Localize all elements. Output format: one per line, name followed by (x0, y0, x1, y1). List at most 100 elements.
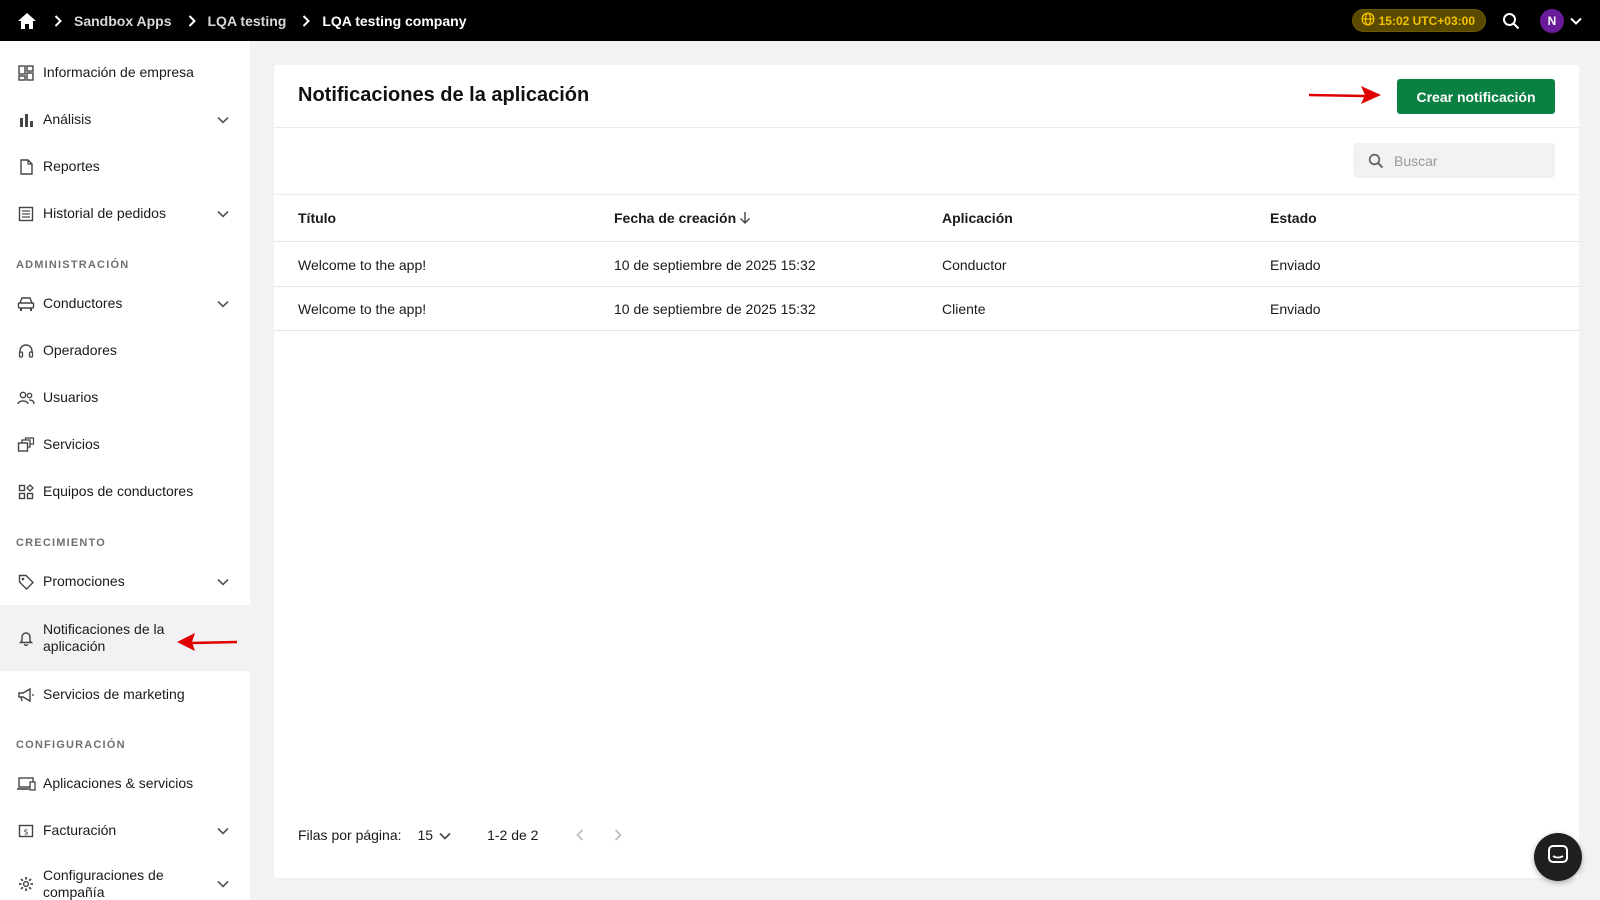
chevron-down-icon (214, 205, 232, 223)
section-header-growth: CRECIMIENTO (16, 537, 107, 549)
chevron-right-icon (302, 14, 311, 27)
tag-icon (16, 572, 36, 592)
cell-created-date: 10 de septiembre de 2025 15:32 (614, 300, 816, 317)
sidebar-item-label: Operadores (43, 342, 117, 358)
breadcrumb-current-company: LQA testing company (322, 12, 467, 29)
sidebar-item-services[interactable]: Servicios (0, 421, 250, 468)
column-header-title[interactable]: Título (298, 195, 336, 241)
sidebar-item-reports[interactable]: Reportes (0, 143, 250, 190)
globe-icon (1361, 12, 1375, 29)
annotation-arrow-right-icon (1308, 86, 1381, 104)
timezone-badge[interactable]: 15:02 UTC+03:00 (1351, 9, 1486, 32)
sidebar-item-label: Usuarios (43, 389, 99, 405)
table-row[interactable]: Welcome to the app! 10 de septiembre de … (274, 287, 1579, 331)
sidebar-item-label: Historial de pedidos (43, 205, 166, 221)
sidebar-item-promotions[interactable]: Promociones (0, 558, 250, 605)
chat-icon (1547, 844, 1569, 871)
report-icon (16, 157, 36, 177)
search-icon[interactable] (1500, 10, 1522, 32)
sidebar-item-apps-services[interactable]: Aplicaciones & servicios (0, 760, 250, 807)
home-icon[interactable] (16, 10, 38, 32)
cell-title: Welcome to the app! (298, 256, 427, 273)
sidebar-item-order-history[interactable]: Historial de pedidos (0, 190, 250, 237)
table-row[interactable]: Welcome to the app! 10 de septiembre de … (274, 243, 1579, 287)
search-input[interactable]: Buscar (1353, 143, 1555, 178)
avatar[interactable]: N (1540, 8, 1564, 33)
chevron-down-icon (214, 295, 232, 313)
sidebar-item-label: Conductores (43, 295, 123, 311)
sidebar-item-analysis[interactable]: Análisis (0, 96, 250, 143)
column-header-label: Título (298, 210, 337, 226)
sidebar-item-company-settings[interactable]: Configuraciones de compañía (0, 854, 250, 900)
chevron-right-icon[interactable] (606, 823, 630, 847)
sidebar-item-label: Servicios de marketing (43, 686, 185, 702)
sidebar-item-label: Reportes (43, 158, 100, 174)
column-header-application[interactable]: Aplicación (942, 195, 1013, 241)
sidebar-item-driver-teams[interactable]: Equipos de conductores (0, 468, 250, 515)
sidebar-item-users[interactable]: Usuarios (0, 374, 250, 421)
sidebar-item-label: Análisis (43, 111, 92, 127)
sidebar-item-label: Promociones (43, 573, 125, 589)
breadcrumb-lqa-testing[interactable]: LQA testing (208, 13, 287, 29)
teams-icon (16, 482, 36, 502)
chevron-down-icon (214, 573, 232, 591)
chevron-down-icon (214, 875, 232, 893)
column-header-label: Aplicación (942, 210, 1013, 226)
header-divider (274, 127, 1579, 128)
section-header-configuration: CONFIGURACIÓN (16, 739, 126, 751)
page-title: Notificaciones de la aplicación (298, 84, 590, 106)
sidebar-item-company-info[interactable]: Información de empresa (0, 49, 250, 96)
create-notification-button[interactable]: Crear notificación (1397, 79, 1555, 114)
chevron-right-icon (54, 14, 62, 27)
table-header: Título Fecha de creación Aplicación Esta… (274, 195, 1579, 242)
megaphone-icon (16, 685, 36, 705)
chat-launcher-button[interactable] (1534, 833, 1582, 881)
rows-per-page-label: Filas por página: (298, 827, 402, 843)
sidebar-item-label: Facturación (43, 822, 117, 838)
chevron-left-icon[interactable] (568, 823, 592, 847)
column-header-created-date[interactable]: Fecha de creación (614, 195, 751, 241)
sidebar-item-label: Servicios (43, 436, 100, 452)
rows-per-page-select[interactable]: 15 (418, 827, 452, 843)
sidebar-item-marketing-services[interactable]: Servicios de marketing (0, 671, 250, 718)
column-header-status[interactable]: Estado (1270, 195, 1317, 241)
bar-chart-icon (16, 110, 36, 130)
sidebar-item-label: Configuraciones de compañía (43, 867, 164, 900)
sidebar-item-label: Aplicaciones & servicios (43, 775, 194, 791)
pagination: Filas por página: 15 1-2 de 2 (298, 823, 630, 847)
rows-per-page-value: 15 (417, 827, 434, 843)
sidebar-item-label: Información de empresa (43, 64, 194, 80)
sidebar-item-billing[interactable]: $ Facturación (0, 807, 250, 854)
breadcrumb-sandbox-apps[interactable]: Sandbox Apps (74, 13, 172, 29)
chevron-down-icon (439, 827, 451, 843)
chevron-down-icon (214, 111, 232, 129)
svg-text:$: $ (23, 827, 28, 836)
notifications-card: Notificaciones de la aplicación Crear no… (274, 65, 1579, 878)
search-icon (1367, 152, 1385, 170)
chevron-down-icon[interactable] (1570, 17, 1582, 25)
cell-status: Enviado (1270, 256, 1321, 273)
cell-status: Enviado (1270, 300, 1321, 317)
dashboard-icon (16, 63, 36, 83)
timezone-text: 15:02 UTC+03:00 (1378, 13, 1475, 28)
chevron-right-icon (188, 14, 196, 27)
sort-arrow-down-icon[interactable] (739, 211, 751, 225)
devices-icon (16, 774, 36, 794)
chevron-down-icon (214, 822, 232, 840)
gear-icon (16, 874, 36, 894)
sidebar-item-label: Equipos de conductores (43, 483, 194, 499)
top-bar: Sandbox Apps LQA testing LQA testing com… (0, 0, 1600, 41)
sidebar-item-drivers[interactable]: Conductores (0, 280, 250, 327)
services-icon (16, 435, 36, 455)
cell-application: Cliente (942, 300, 986, 317)
headset-icon (16, 341, 36, 361)
pagination-range: 1-2 de 2 (487, 827, 539, 843)
cell-application: Conductor (942, 256, 1007, 273)
section-header-administration: ADMINISTRACIÓN (16, 259, 130, 271)
sidebar-item-operators[interactable]: Operadores (0, 327, 250, 374)
search-placeholder: Buscar (1394, 152, 1438, 169)
list-icon (16, 204, 36, 224)
billing-icon: $ (16, 821, 36, 841)
cell-created-date: 10 de septiembre de 2025 15:32 (614, 256, 816, 273)
users-icon (16, 388, 36, 408)
